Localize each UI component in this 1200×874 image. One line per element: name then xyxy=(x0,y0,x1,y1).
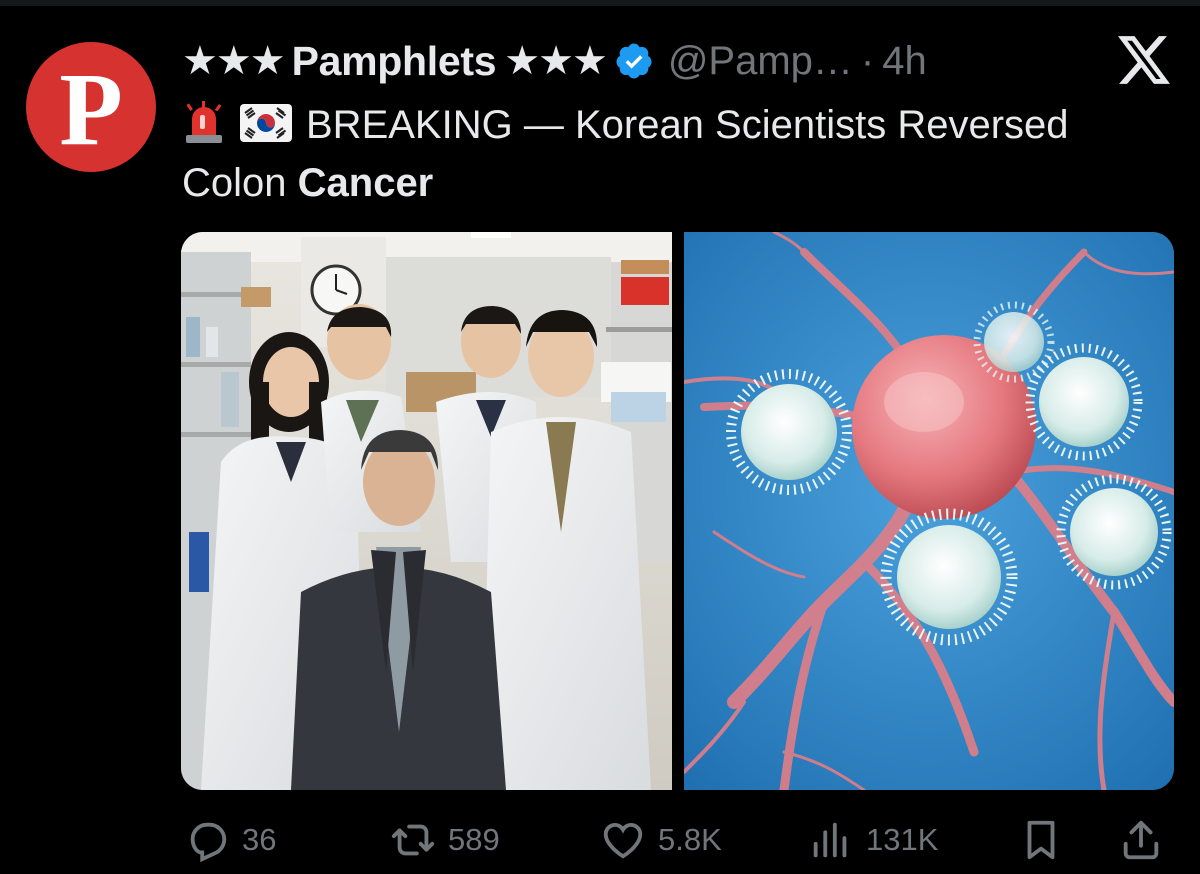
media-divider xyxy=(672,232,684,790)
reply-button[interactable]: 36 xyxy=(184,812,276,868)
repost-icon xyxy=(391,824,435,856)
repost-count: 589 xyxy=(448,822,500,857)
share-button[interactable] xyxy=(1118,812,1164,868)
avatar-letter: P xyxy=(59,52,123,167)
repost-button[interactable]: 589 xyxy=(390,812,500,868)
post-text: BREAKING — Korean Scientists Reversed Co… xyxy=(182,96,1182,212)
heart-icon xyxy=(603,823,643,859)
cancer-cell-illustration[interactable] xyxy=(684,232,1174,790)
avatar[interactable]: P xyxy=(26,42,156,172)
media-grid xyxy=(181,232,1174,790)
post-text-bold: Cancer xyxy=(297,161,434,205)
police-light-emoji-icon xyxy=(186,101,222,144)
reply-count: 36 xyxy=(242,822,277,857)
lab-team-photo[interactable] xyxy=(181,232,672,790)
views-count: 131K xyxy=(866,822,939,857)
top-border xyxy=(0,0,1200,6)
verified-badge-icon xyxy=(616,43,652,79)
timestamp[interactable]: 4h xyxy=(882,39,927,84)
separator-dot: · xyxy=(860,38,875,83)
analytics-icon xyxy=(813,822,847,858)
display-name[interactable]: Pamphlets xyxy=(292,38,497,85)
share-icon xyxy=(1123,820,1159,860)
x-logo-icon xyxy=(1118,36,1170,84)
stars-left: ★★★ xyxy=(182,39,286,83)
post-header: ★★★ Pamphlets ★★★ @Pamp… · 4h xyxy=(182,36,927,86)
bookmark-icon xyxy=(1027,820,1055,860)
south-korea-flag-icon xyxy=(240,104,292,143)
stars-right: ★★★ xyxy=(504,39,608,83)
reply-icon xyxy=(190,822,227,863)
views-button[interactable]: 131K xyxy=(808,812,938,868)
action-bar: 36 589 5.8K 131K xyxy=(0,812,1200,868)
handle[interactable]: @Pamp… xyxy=(668,39,853,84)
like-button[interactable]: 5.8K xyxy=(600,812,722,868)
like-count: 5.8K xyxy=(658,822,722,857)
bookmark-button[interactable] xyxy=(1018,812,1064,868)
